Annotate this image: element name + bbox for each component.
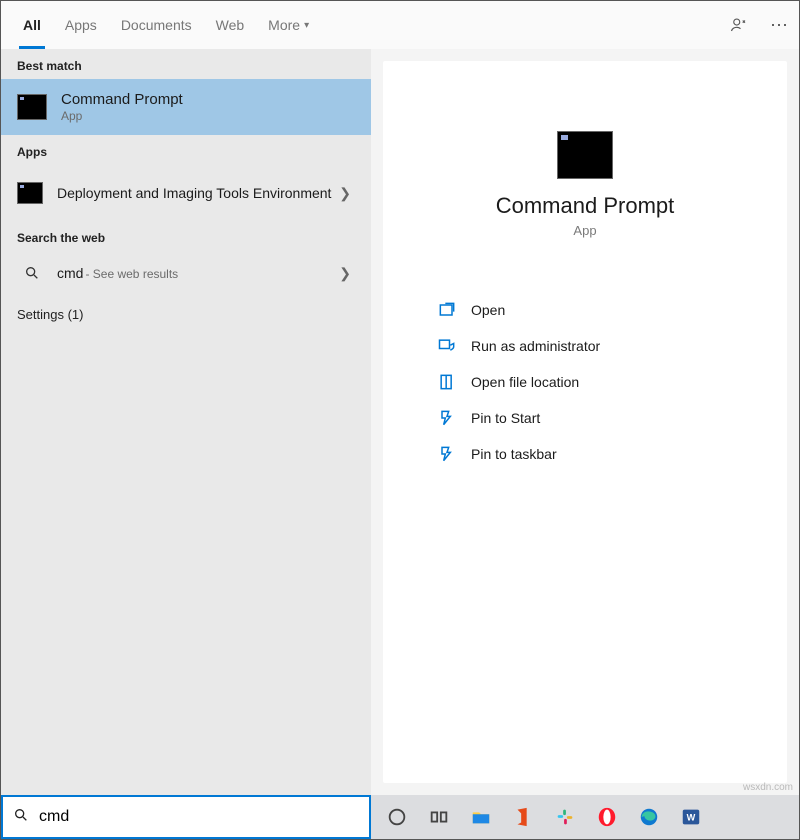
command-prompt-icon [557,131,613,179]
result-command-prompt[interactable]: Command Prompt App [1,79,371,135]
search-input[interactable] [37,807,359,827]
tab-documents[interactable]: Documents [109,1,204,49]
action-label: Open file location [471,374,579,390]
start-search-box[interactable] [1,795,371,839]
taskbar-edge[interactable] [629,797,669,837]
results-panel: Best match Command Prompt App Apps Deplo… [1,49,371,795]
search-icon [13,807,29,828]
search-scope-tabs: All Apps Documents Web More ▾ ⋯ [1,1,799,49]
taskbar-slack[interactable] [545,797,585,837]
preview-subtitle: App [403,223,767,238]
taskbar-file-explorer[interactable] [461,797,501,837]
taskbar-word[interactable]: W [671,797,711,837]
tab-apps[interactable]: Apps [53,1,109,49]
folder-location-icon [437,372,457,392]
action-label: Pin to taskbar [471,446,557,462]
pin-icon [437,408,457,428]
watermark: wsxdn.com [743,782,793,793]
settings-heading[interactable]: Settings (1) [1,295,371,334]
result-title: Deployment and Imaging Tools Environment [57,185,335,201]
svg-text:W: W [687,813,696,823]
best-match-heading: Best match [1,49,371,79]
action-label: Pin to Start [471,410,540,426]
tab-more[interactable]: More ▾ [256,1,321,49]
action-pin-to-taskbar[interactable]: Pin to taskbar [403,436,767,472]
chevron-right-icon[interactable]: ❯ [335,265,355,282]
action-label: Run as administrator [471,338,600,354]
result-web-cmd[interactable]: cmd - See web results ❯ [1,251,371,295]
web-term: cmd [57,265,83,281]
open-icon [437,300,457,320]
action-label: Open [471,302,505,318]
taskbar-office[interactable] [503,797,543,837]
admin-shield-icon [437,336,457,356]
action-open[interactable]: Open [403,292,767,328]
feedback-icon[interactable] [719,16,759,34]
chevron-down-icon: ▾ [304,20,309,31]
more-options-icon[interactable]: ⋯ [759,15,799,36]
preview-title: Command Prompt [403,193,767,219]
taskbar: W [1,795,799,839]
preview-panel: Command Prompt App Open Run as administr… [383,61,787,783]
search-icon [17,265,47,281]
result-subtitle: App [61,109,355,123]
task-view-button[interactable] [419,797,459,837]
cortana-button[interactable] [377,797,417,837]
result-deployment-tools[interactable]: Deployment and Imaging Tools Environment… [1,165,371,221]
tab-all[interactable]: All [11,1,53,49]
tab-more-label: More [268,17,300,33]
command-prompt-icon [17,182,43,204]
result-title: Command Prompt [61,91,355,108]
apps-heading: Apps [1,135,371,165]
search-web-heading: Search the web [1,221,371,251]
tab-web[interactable]: Web [204,1,257,49]
command-prompt-icon [17,94,47,120]
action-open-file-location[interactable]: Open file location [403,364,767,400]
web-hint: - See web results [85,267,178,281]
taskbar-opera[interactable] [587,797,627,837]
action-pin-to-start[interactable]: Pin to Start [403,400,767,436]
action-run-as-administrator[interactable]: Run as administrator [403,328,767,364]
pin-icon [437,444,457,464]
chevron-right-icon[interactable]: ❯ [335,185,355,202]
